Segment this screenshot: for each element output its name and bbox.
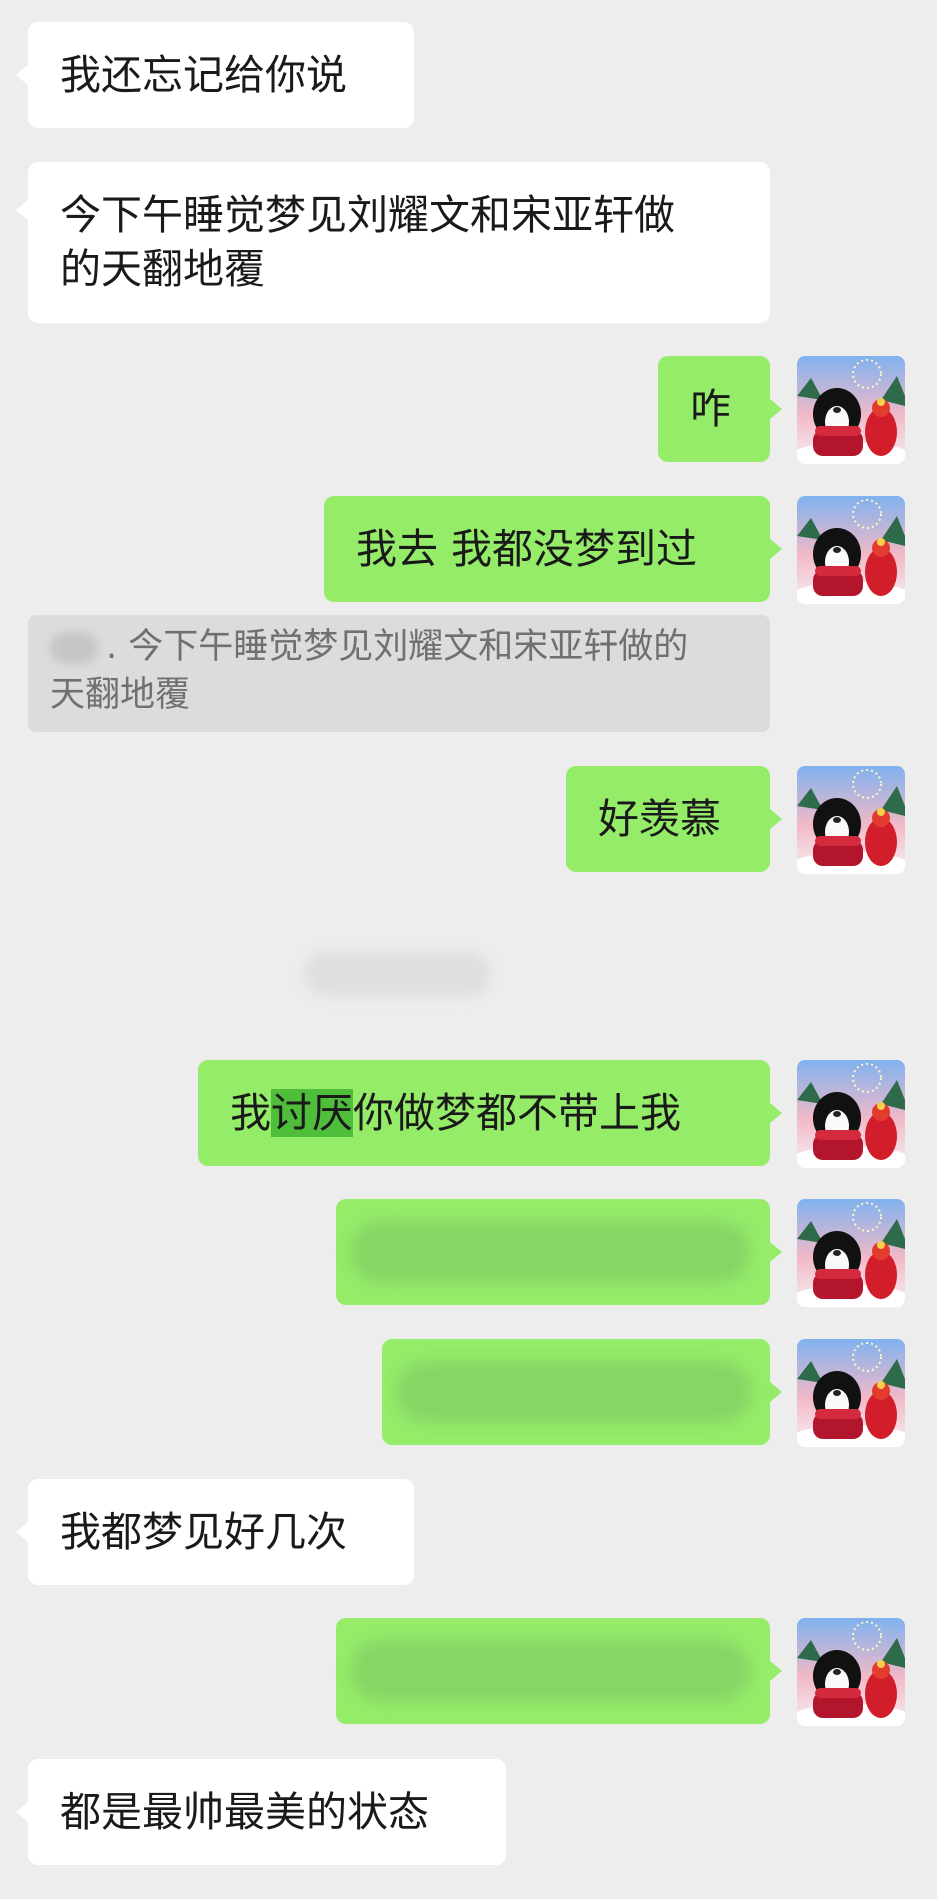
user-avatar[interactable] [797, 1199, 905, 1307]
blurred-timestamp [305, 952, 490, 996]
bubble-tail [16, 65, 28, 85]
message-text: 我讨厌你做梦都不带上我 [230, 1086, 681, 1140]
text-segment: 我 [230, 1089, 271, 1137]
message-bubble-blurred[interactable] [382, 1339, 770, 1445]
dog-avatar-icon [797, 1339, 905, 1447]
bubble-tail [16, 1802, 28, 1822]
message-text-line: 的天翻地覆 [60, 245, 265, 293]
message-bubble[interactable]: 好羡慕 [566, 766, 770, 872]
bubble-tail [770, 1382, 782, 1402]
user-avatar[interactable] [797, 1339, 905, 1447]
dog-avatar-icon [797, 1199, 905, 1307]
blurred-content [350, 1640, 750, 1702]
bubble-tail [16, 1522, 28, 1542]
message-bubble-blurred[interactable] [336, 1199, 770, 1305]
user-avatar[interactable] [797, 766, 905, 874]
message-bubble[interactable]: 咋 [658, 356, 770, 462]
quote-line: . 今下午睡觉梦见刘耀文和宋亚轩做的 [50, 623, 748, 671]
message-bubble[interactable]: 我去 我都没梦到过 [324, 496, 770, 602]
message-text: 咋 [690, 385, 731, 433]
message-text: 我还忘记给你说 [60, 51, 347, 99]
quoted-message[interactable]: . 今下午睡觉梦见刘耀文和宋亚轩做的 天翻地覆 [28, 615, 770, 732]
message-text: 我去 我都没梦到过 [356, 525, 698, 573]
message-bubble[interactable]: 我讨厌你做梦都不带上我 [198, 1060, 770, 1166]
blurred-sender-name [50, 632, 98, 664]
quote-line: 天翻地覆 [50, 675, 191, 715]
dog-avatar-icon [797, 766, 905, 874]
user-avatar[interactable] [797, 1060, 905, 1168]
dog-avatar-icon [797, 1618, 905, 1726]
bubble-tail [770, 399, 782, 419]
user-avatar[interactable] [797, 356, 905, 464]
message-text: 好羡慕 [598, 795, 721, 843]
dog-avatar-icon [797, 1060, 905, 1168]
quote-text: . 今下午睡觉梦见刘耀文和宋亚轩做的 [106, 627, 689, 667]
message-text: 我都梦见好几次 [60, 1508, 347, 1556]
message-text: 都是最帅最美的状态 [60, 1788, 429, 1836]
blurred-content [396, 1361, 752, 1423]
message-bubble[interactable]: 我都梦见好几次 [28, 1479, 414, 1585]
bubble-tail [770, 539, 782, 559]
bubble-tail [770, 1103, 782, 1123]
dog-avatar-icon [797, 356, 905, 464]
bubble-tail [770, 1661, 782, 1681]
user-avatar[interactable] [797, 1618, 905, 1726]
dog-avatar-icon [797, 496, 905, 604]
message-text-line: 今下午睡觉梦见刘耀文和宋亚轩做 [60, 191, 675, 239]
text-segment: 你做梦都不带上我 [353, 1089, 681, 1137]
bubble-tail [770, 809, 782, 829]
message-bubble[interactable]: 今下午睡觉梦见刘耀文和宋亚轩做 的天翻地覆 [28, 162, 770, 323]
message-bubble-blurred[interactable] [336, 1618, 770, 1724]
message-bubble[interactable]: 都是最帅最美的状态 [28, 1759, 506, 1865]
bubble-tail [16, 200, 28, 220]
message-bubble[interactable]: 我还忘记给你说 [28, 22, 414, 128]
user-avatar[interactable] [797, 496, 905, 604]
selected-text[interactable]: 讨厌 [271, 1089, 353, 1137]
blurred-content [350, 1221, 750, 1283]
bubble-tail [770, 1242, 782, 1262]
